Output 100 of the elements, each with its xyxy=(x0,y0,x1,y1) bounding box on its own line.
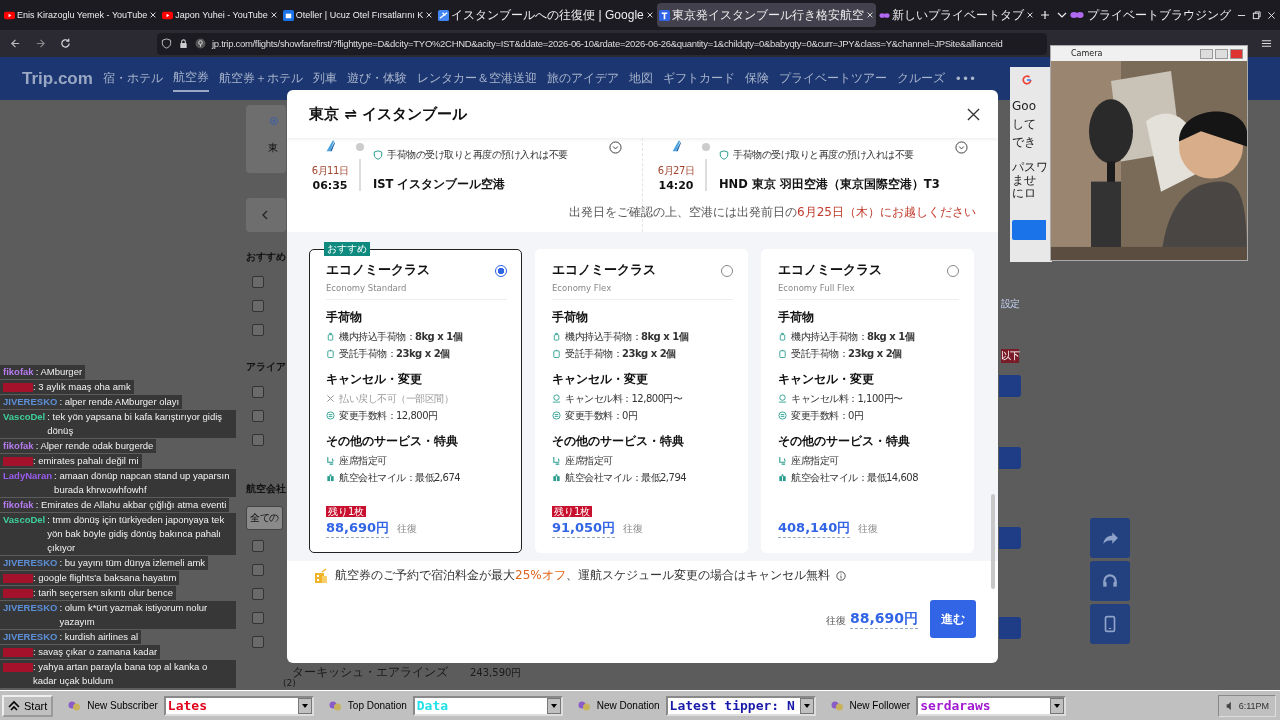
fare-feature: 航空会社マイル：最低2,794 xyxy=(565,470,687,485)
price-tag: 以下 xyxy=(1001,349,1019,363)
browser-tab[interactable]: 新しいプライベートタブ xyxy=(876,3,1036,27)
browser-tab[interactable]: 東京発イスタンブール行き格安航空 xyxy=(656,3,876,27)
section-heading: キャンセル・変更 xyxy=(326,371,423,388)
fare-feature: 変更手数料：0円 xyxy=(565,408,638,423)
seats-left-badge: 残り1枚 xyxy=(552,506,593,517)
nav-link[interactable]: 地図 xyxy=(628,66,653,91)
start-button[interactable]: Start xyxy=(2,694,54,717)
fare-feature: 座席指定可 xyxy=(565,453,613,468)
popup-text: ませ xyxy=(1012,174,1037,187)
browser-tab[interactable]: Oteller | Ucuz Otel Fırsatlarını K xyxy=(280,3,436,27)
private-browsing-label: プライベートブラウジング xyxy=(1087,6,1231,24)
section-heading: その他のサービス・特典 xyxy=(326,433,459,450)
fare-feature: 機内持込手荷物：8kg x 1個 xyxy=(339,329,463,344)
fare-feature: 変更手数料：12,800円 xyxy=(339,408,438,423)
fare-feature: キャンセル料：12,800円〜 xyxy=(565,391,683,406)
alert-select[interactable]: Lates xyxy=(163,695,314,716)
flight-date: 6月11日 xyxy=(311,164,349,178)
site-logo[interactable]: Trip.com xyxy=(22,68,93,89)
nav-link[interactable]: 宿・ホテル xyxy=(102,66,163,91)
popup-text: でき xyxy=(1012,134,1037,151)
flight-date: 6月27日 xyxy=(657,164,695,178)
fare-feature: 受託手荷物：23kg x 2個 xyxy=(565,346,676,361)
section-heading: キャンセル・変更 xyxy=(552,371,649,388)
nav-link[interactable]: 航空券 xyxy=(172,65,209,92)
popup-text: にロ xyxy=(1012,187,1037,200)
fare-card[interactable]: エコノミークラス Economy Full Flex 手荷物 機内持込手荷物：8kg x 1個 受託手荷物：23kg x 2個 キャンセル・変更 キャンセル料：1,100円〜 変更手数料：0円 その他のサービス・特典 座席指定可 航空会社マイル：最低14,608 408,140円 往復 xyxy=(761,249,974,553)
fare-name: エコノミークラス xyxy=(778,262,882,279)
alert-select[interactable]: serdaraws xyxy=(916,695,1067,716)
chat-text: : tmm dönüş için türkiyeden japonyaya tek yön bak böyle gidiş dönüş bakınca pahalı çıkıyor xyxy=(47,513,226,555)
notice-text: 出発日をご確認の上、空港には出発前日の6月25日（木）にお越しください xyxy=(569,204,976,221)
browser-tab[interactable]: Enis Kirazoglu Yemek - YouTube xyxy=(2,3,160,27)
filter-heading: アライア xyxy=(246,360,286,374)
settings-link[interactable]: 設定 xyxy=(1001,297,1019,311)
clock: 6:11PM xyxy=(1238,700,1269,711)
trip-type: 往復 xyxy=(858,522,879,536)
chat-text: : olum k*ürt yazmak istiyorum nolur yazayım xyxy=(59,601,209,629)
nav-link[interactable]: 保険 xyxy=(744,66,769,91)
airport-name: IST イスタンブール空港 xyxy=(373,177,507,192)
airline-select[interactable]: 全ての xyxy=(246,506,283,530)
nav-link[interactable]: 旅のアイデア xyxy=(546,66,619,91)
chat-username: VascoDel xyxy=(3,410,46,424)
fare-price: 88,690円 xyxy=(326,519,390,538)
dialog-title: 東京 ⇌ イスタンブール xyxy=(309,104,467,124)
nav-link[interactable]: ••• xyxy=(954,67,977,90)
alert-select[interactable]: Latest tipper: N xyxy=(665,695,816,716)
fare-card[interactable]: エコノミークラス Economy Flex 手荷物 機内持込手荷物：8kg x 1個 受託手荷物：23kg x 2個 キャンセル・変更 キャンセル料：12,800円〜 変更手数料：0円 その他のサービス・特典 座席指定可 航空会社マイル：最低2,794 残り1枚 91,050円 往復 xyxy=(535,249,748,553)
chat-text: : tek yön yapsana bi kafa karıştırıyor gidiş dönüş xyxy=(47,410,224,438)
trip-type: 往復 xyxy=(623,522,644,536)
result-count: (2) xyxy=(283,678,296,688)
route-text: 東 xyxy=(268,141,278,155)
section-heading: 手荷物 xyxy=(778,309,815,326)
chat-username: JIVERESKO xyxy=(3,601,58,615)
airport-name: HND 東京 羽田空港（東京国際空港）T3 xyxy=(719,177,940,192)
chat-text: : bu yayını tüm dünya izlemeli amk xyxy=(59,556,206,570)
chat-username: fikofak xyxy=(3,365,34,379)
chat-username: fikofak xyxy=(3,439,34,453)
nav-link[interactable]: 遊び・体験 xyxy=(346,66,407,91)
seats-left-badge: 残り1枚 xyxy=(326,506,367,517)
chat-username: JIVERESKO xyxy=(3,556,58,570)
fare-price: 408,140円 xyxy=(778,519,851,538)
address-field[interactable]: jp.trip.com/flights/showfarefirst/?flighttype=D&dcity=TYO%2CHND&acity=IST&ddate=2026-06-10&rdate=2026-06-26&quantity=1&childqty=0&babyqty=0&curr=JPY&class=Y&channel=JPSite&allianceid xyxy=(157,32,1047,55)
alert-label: New Subscriber xyxy=(87,700,158,711)
nav-link[interactable]: クルーズ xyxy=(896,66,945,91)
fare-feature: 航空会社マイル：最低14,608 xyxy=(791,470,918,485)
chat-text: : Emirates de Allahu akbar çığlığı atma eventi xyxy=(35,498,227,512)
chat-text: : amaan dönüp napcan stand up yaparsın burada khrwowhfowhf xyxy=(54,469,231,497)
fare-feature: 受託手荷物：23kg x 2個 xyxy=(791,346,902,361)
fare-feature: 受託手荷物：23kg x 2個 xyxy=(339,346,450,361)
chat-text: : kurdish airlines al xyxy=(59,630,139,644)
browser-tab[interactable]: Japon Yuhei - YouTube xyxy=(160,3,280,27)
browser-tab[interactable]: イスタンブールへの往復便 | Google xyxy=(436,3,656,27)
nav-link[interactable]: ギフトカード xyxy=(662,66,735,91)
section-heading: その他のサービス・特典 xyxy=(552,433,685,450)
window-title: Camera xyxy=(1071,49,1103,58)
proceed-button[interactable]: 進む xyxy=(930,600,976,638)
flight-time: 14:20 xyxy=(658,179,694,192)
nav-link[interactable]: 航空券＋ホテル xyxy=(218,66,303,91)
nav-link[interactable]: 列車 xyxy=(312,66,337,91)
nav-link[interactable]: レンタカー＆空港送迎 xyxy=(416,66,537,91)
fare-feature: キャンセル料：1,100円〜 xyxy=(791,391,903,406)
fare-feature: 航空会社マイル：最低2,674 xyxy=(339,470,461,485)
nav-link[interactable]: プライベートツアー xyxy=(778,66,887,91)
section-heading: 手荷物 xyxy=(552,309,589,326)
total-price: 88,690円 xyxy=(849,609,918,629)
fare-subtitle: Economy Full Flex xyxy=(778,283,856,293)
filter-heading: 航空会社 xyxy=(246,482,286,496)
chat-text: : 3 aylık maaş oha amk xyxy=(33,380,131,394)
trip-type: 往復 xyxy=(825,614,846,628)
alert-label: Top Donation xyxy=(347,700,407,711)
fare-price: 91,050円 xyxy=(552,519,616,538)
popup-text: パスワ xyxy=(1012,161,1049,174)
chat-text: : AMburger xyxy=(35,365,83,379)
chat-text: : tarih seçersen sıkıntı olur bence xyxy=(33,586,173,600)
popup-text: Goo xyxy=(1012,98,1037,115)
section-heading: キャンセル・変更 xyxy=(778,371,875,388)
fare-feature: 機内持込手荷物：8kg x 1個 xyxy=(791,329,915,344)
chat-username: LadyNaran xyxy=(3,469,53,483)
promo-text: 航空券のご予約で宿泊料金が最大25%オフ、運航スケジュール変更の場合はキャンセル無料 xyxy=(335,567,830,584)
